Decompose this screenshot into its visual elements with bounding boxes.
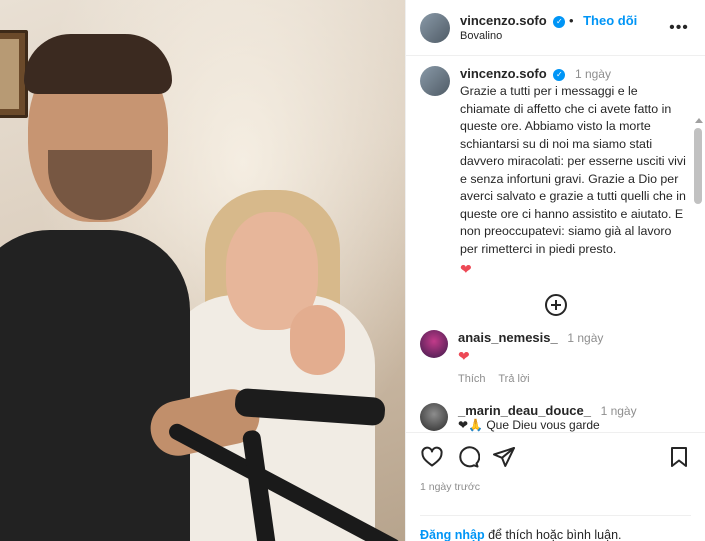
scrollbar-thumb[interactable] [694,128,702,204]
caption-username[interactable]: vincenzo.sofo [460,66,547,81]
instagram-post: vincenzo.sofo ✓ • Theo dõi Bovalino ••• … [0,0,705,541]
scroll-up-icon[interactable] [695,118,703,123]
comment-body: _marin_deau_douce_ 1 ngày ❤🙏 Que Dieu vo… [458,403,637,432]
verified-badge-icon: ✓ [553,15,566,28]
reply-button[interactable]: Trả lời [498,373,529,385]
login-link[interactable]: Đăng nhập [420,528,485,541]
man-hair [24,34,172,94]
paper-plane-icon[interactable] [492,445,516,469]
woman-thumbs-up [290,305,345,375]
location-link[interactable]: Bovalino [460,30,667,42]
comment-body: anais_nemesis_ 1 ngày ❤ Thích Trả lời [458,330,603,385]
username-link[interactable]: vincenzo.sofo [460,13,547,28]
header-meta: vincenzo.sofo ✓ • Theo dõi Bovalino [460,13,667,42]
post-header: vincenzo.sofo ✓ • Theo dõi Bovalino ••• [406,0,705,56]
login-prompt-text: để thích hoặc bình luận. [484,528,622,541]
header-title-row: vincenzo.sofo ✓ • Theo dõi [460,13,667,28]
man-shirt [0,230,190,541]
caption: vincenzo.sofo ✓ 1 ngày Grazie a tutti pe… [420,66,691,278]
painting-canvas [0,39,19,109]
comment-text: ❤🙏 Que Dieu vous garde [458,418,600,432]
more-options-icon[interactable]: ••• [667,19,691,37]
comment-text: ❤ [458,348,470,364]
caption-time[interactable]: 1 ngày [575,67,611,81]
bookmark-icon[interactable] [667,445,691,469]
caption-body: vincenzo.sofo ✓ 1 ngày Grazie a tutti pe… [460,66,691,278]
verified-badge-icon: ✓ [553,68,566,81]
list-item: _marin_deau_douce_ 1 ngày ❤🙏 Que Dieu vo… [420,403,691,432]
post-sidebar: vincenzo.sofo ✓ • Theo dõi Bovalino ••• … [405,0,705,541]
avatar[interactable] [420,66,450,96]
post-date[interactable]: 1 ngày trước [420,481,691,493]
action-icons [420,443,691,471]
scrollbar[interactable] [694,118,703,432]
avatar[interactable] [420,12,450,43]
comment-header: anais_nemesis_ 1 ngày [458,330,603,345]
caption-heart-emoji: ❤ [460,261,472,277]
login-prompt: Đăng nhập để thích hoặc bình luận. [420,515,691,541]
comment-username[interactable]: anais_nemesis_ [458,330,558,345]
heart-outline-icon[interactable] [420,445,444,469]
load-more-row [420,294,691,316]
post-actions: 1 ngày trước Đăng nhập để thích hoặc bìn… [406,432,705,541]
caption-text: Grazie a tutti per i messaggi e le chiam… [460,84,686,256]
like-comment-button[interactable]: Thích [458,373,486,385]
avatar[interactable] [420,403,448,431]
comment-bubble-icon[interactable] [456,445,481,469]
list-item: anais_nemesis_ 1 ngày ❤ Thích Trả lời [420,330,691,385]
comment-time[interactable]: 1 ngày [567,331,603,345]
comments-scroll-area[interactable]: vincenzo.sofo ✓ 1 ngày Grazie a tutti pe… [406,56,705,432]
post-photo[interactable] [0,0,405,541]
separator: • [568,13,578,28]
avatar[interactable] [420,330,448,358]
comment-username[interactable]: _marin_deau_douce_ [458,403,591,418]
follow-button[interactable]: Theo dõi [583,13,637,28]
plus-circle-icon[interactable] [544,294,567,316]
comment-header: _marin_deau_douce_ 1 ngày [458,403,637,418]
comment-time[interactable]: 1 ngày [601,404,637,418]
comment-actions: Thích Trả lời [458,373,603,385]
caption-header: vincenzo.sofo ✓ 1 ngày [460,66,691,81]
